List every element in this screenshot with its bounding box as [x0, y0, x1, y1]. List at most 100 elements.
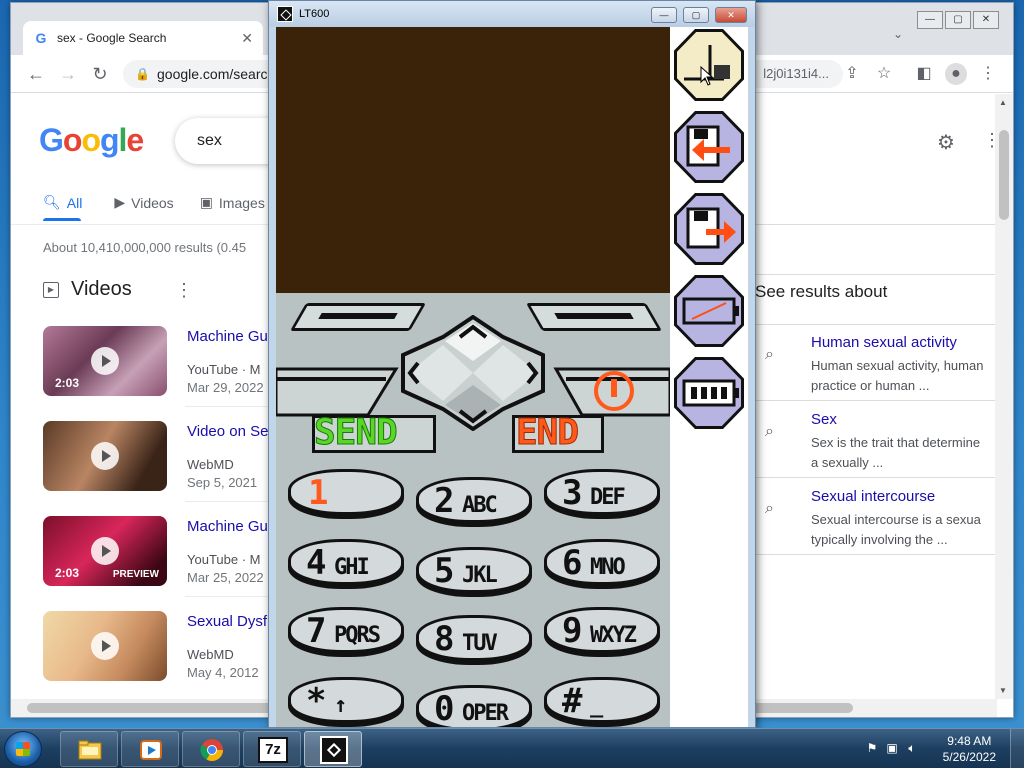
key-9[interactable]: 9 WXYZ [544, 607, 660, 657]
profile-avatar-icon[interactable]: ● [945, 63, 967, 85]
gear-icon[interactable]: ⚙ [937, 130, 955, 155]
more-options-icon[interactable]: ⋮ [175, 280, 193, 301]
action-center-icon[interactable]: ⚑ [864, 741, 880, 757]
clock-date: 5/26/2022 [942, 750, 996, 764]
scroll-down-icon[interactable]: ▼ [999, 686, 1007, 695]
key-1[interactable]: 1 [288, 469, 404, 519]
image-icon: ▣ [199, 194, 213, 210]
taskbar-lt600[interactable] [304, 731, 362, 767]
battery-empty-icon[interactable] [674, 275, 744, 347]
power-icon[interactable] [594, 371, 634, 411]
key-star[interactable]: * ↑ [288, 677, 404, 727]
scroll-thumb[interactable] [999, 130, 1009, 220]
taskbar-media-player[interactable] [121, 731, 179, 767]
key-6[interactable]: 6 MNO [544, 539, 660, 589]
related-title[interactable]: Sexual intercourse [811, 488, 935, 505]
close-button[interactable]: ✕ [715, 7, 747, 23]
close-button[interactable]: ✕ [973, 11, 999, 29]
key-8[interactable]: 8 TUV [416, 615, 532, 665]
chevron-down-icon[interactable]: ⌄ [893, 27, 903, 41]
vertical-scrollbar[interactable]: ▲ ▼ [995, 94, 1013, 699]
minimize-button[interactable]: — [917, 11, 943, 29]
back-icon[interactable]: ← [25, 63, 47, 85]
videos-heading: ▶ Videos [43, 278, 132, 301]
key-3[interactable]: 3 DEF [544, 469, 660, 519]
video-thumbnail[interactable]: 2:03 PREVIEW [43, 516, 167, 586]
maximize-button[interactable]: ▢ [945, 11, 971, 29]
video-thumbnail[interactable]: 2:03 [43, 326, 167, 396]
key-7[interactable]: 7 PQRS [288, 607, 404, 657]
floppy-save-icon[interactable] [674, 193, 744, 265]
taskbar-7zip[interactable]: 7z [243, 731, 301, 767]
emulator-titlebar[interactable]: LT600 — ▢ ✕ [269, 1, 755, 27]
taskbar-chrome[interactable] [182, 731, 240, 767]
forward-icon[interactable]: → [57, 63, 79, 85]
related-item[interactable]: ⌕ Human sexual activity Human sexual act… [755, 332, 995, 408]
play-icon [91, 347, 119, 375]
phone-screen[interactable] [276, 27, 670, 293]
scroll-up-icon[interactable]: ▲ [999, 98, 1007, 107]
lock-icon: 🔒 [135, 67, 150, 81]
related-item[interactable]: ⌕ Sexual intercourse Sexual intercourse … [755, 486, 995, 562]
folder-icon [78, 740, 102, 760]
video-thumbnail[interactable] [43, 611, 167, 681]
browser-tab[interactable]: G sex - Google Search ✕ [23, 21, 263, 55]
divider [755, 274, 995, 275]
tab-videos[interactable]: ▶ Videos [114, 194, 173, 211]
minimize-button[interactable]: — [651, 7, 677, 23]
right-softkey[interactable] [525, 303, 663, 333]
volume-icon[interactable]: 🔈︎ [904, 741, 920, 757]
system-tray: ⚑ ▣ 🔈︎ 9:48 AM 5/26/2022 [854, 729, 1024, 768]
taskbar-explorer[interactable] [60, 731, 118, 767]
video-title[interactable]: Machine Gu [187, 518, 268, 535]
tab-label: All [66, 194, 83, 211]
floppy-load-icon[interactable] [674, 111, 744, 183]
google-logo[interactable]: Google [39, 122, 144, 159]
related-title[interactable]: Human sexual activity [811, 334, 957, 351]
reload-icon[interactable]: ↻ [89, 63, 111, 85]
start-button[interactable] [4, 731, 42, 767]
window-title: LT600 [299, 8, 330, 20]
bookmark-star-icon[interactable]: ☆ [873, 63, 895, 85]
sevenzip-icon: 7z [258, 737, 288, 763]
video-result[interactable]: 2:03 PREVIEW Machine Gu YouTube · M Mar … [43, 516, 303, 588]
video-title[interactable]: Video on Se [187, 423, 268, 440]
video-source: YouTube · M [187, 552, 261, 567]
video-source: YouTube · M [187, 362, 261, 377]
clock[interactable]: 9:48 AM 5/26/2022 [943, 733, 996, 765]
hand-pointer-icon[interactable] [674, 29, 744, 101]
related-title[interactable]: Sex [811, 411, 837, 428]
video-title[interactable]: Machine Gu [187, 328, 268, 345]
close-tab-icon[interactable]: ✕ [241, 30, 253, 47]
key-4[interactable]: 4 GHI [288, 539, 404, 589]
video-result[interactable]: Sexual Dysf WebMD May 4, 2012 [43, 611, 303, 683]
chrome-menu-icon[interactable]: ⋮ [977, 63, 999, 85]
send-label: SEND [314, 412, 399, 453]
key-5[interactable]: 5 JKL [416, 547, 532, 597]
video-title[interactable]: Sexual Dysf [187, 613, 267, 630]
related-item[interactable]: ⌕ Sex Sex is the trait that determine a s… [755, 409, 995, 485]
video-date: Mar 29, 2022 [187, 380, 264, 395]
key-0[interactable]: 0 OPER [416, 685, 532, 727]
videos-heading-label: Videos [71, 278, 132, 300]
key-2[interactable]: 2 ABC [416, 477, 532, 527]
maximize-button[interactable]: ▢ [683, 7, 709, 23]
tab-all[interactable]: 🔍︎ All [43, 194, 88, 211]
video-result[interactable]: Video on Se WebMD Sep 5, 2021 [43, 421, 303, 493]
divider [755, 224, 995, 225]
share-icon[interactable]: ⇪ [841, 63, 863, 85]
taskbar: 7z ⚑ ▣ 🔈︎ 9:48 AM 5/26/2022 [0, 728, 1024, 768]
show-desktop-button[interactable] [1010, 729, 1024, 768]
tab-images[interactable]: ▣ Images [200, 194, 265, 211]
side-panel-icon[interactable]: ◧ [913, 63, 935, 85]
battery-full-icon[interactable] [674, 357, 744, 429]
video-result[interactable]: 2:03 Machine Gu YouTube · M Mar 29, 2022 [43, 326, 303, 398]
url-tail: l2j0i131i4... [763, 66, 829, 81]
result-stats: About 10,410,000,000 results (0.45 [43, 240, 247, 255]
key-hash[interactable]: # _ [544, 677, 660, 727]
network-icon[interactable]: ▣ [884, 741, 900, 757]
video-thumbnail[interactable] [43, 421, 167, 491]
video-icon: ▶ [43, 281, 59, 298]
apps-menu-icon[interactable]: ⋮ [983, 130, 995, 151]
divider [755, 400, 995, 401]
